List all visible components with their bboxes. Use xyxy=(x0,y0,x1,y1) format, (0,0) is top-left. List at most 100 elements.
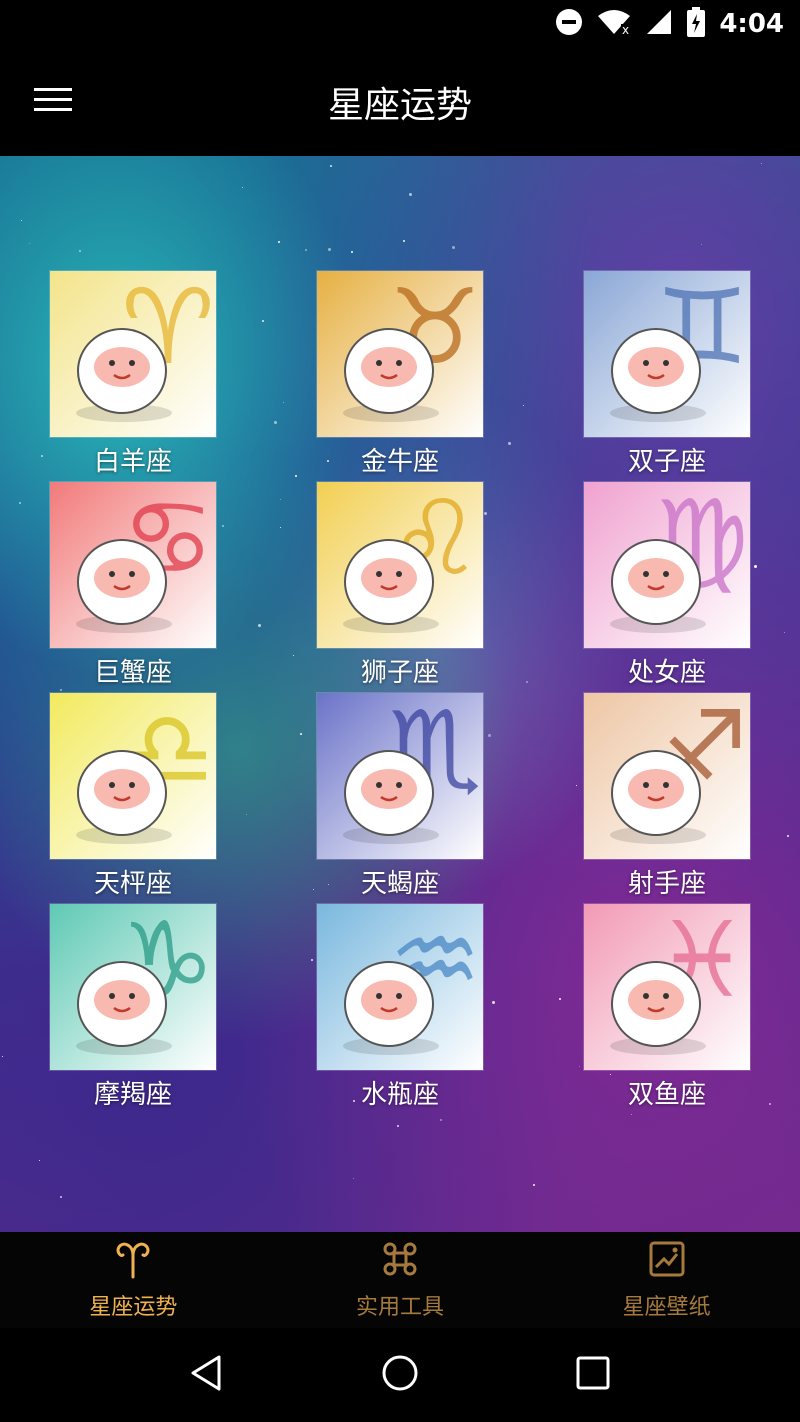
star-dot xyxy=(403,240,405,242)
clock: 4:04 xyxy=(719,9,784,39)
star-dot xyxy=(769,1103,771,1105)
zodiac-mascot-image: ♑ xyxy=(76,904,215,1055)
zodiac-label: 摩羯座 xyxy=(93,1080,172,1110)
zodiac-card[interactable]: ♎ 天枰座 xyxy=(50,693,216,901)
star-dot xyxy=(440,1119,442,1121)
zodiac-card[interactable]: ♌ 狮子座 xyxy=(317,482,483,690)
zodiac-card[interactable]: ♑ 摩羯座 xyxy=(50,904,216,1112)
star-dot xyxy=(484,512,487,515)
star-dot xyxy=(60,1196,62,1198)
zodiac-card[interactable]: ♓ 双鱼座 xyxy=(584,904,750,1112)
battery-icon xyxy=(687,7,706,41)
back-icon[interactable] xyxy=(187,1353,227,1397)
nav-tab-tools[interactable]: 实用工具 xyxy=(267,1232,534,1328)
status-bar: x 4:04 xyxy=(0,0,800,48)
zodiac-illustration[interactable]: ♑ xyxy=(50,904,216,1070)
app-bar: 星座运势 xyxy=(0,48,800,156)
zodiac-illustration[interactable]: ♊ xyxy=(584,271,750,437)
zodiac-illustration[interactable]: ♍ xyxy=(584,482,750,648)
star-dot xyxy=(274,421,277,424)
dnd-icon xyxy=(555,8,583,40)
aries-icon xyxy=(113,1239,153,1283)
star-dot xyxy=(452,246,455,249)
nav-label-tools: 实用工具 xyxy=(356,1295,445,1320)
star-dot xyxy=(397,1125,399,1127)
star-dot xyxy=(313,889,314,890)
star-dot xyxy=(754,565,757,568)
svg-text:x: x xyxy=(622,23,629,36)
zodiac-illustration[interactable]: ♒ xyxy=(317,904,483,1070)
zodiac-card[interactable]: ♏ 天蝎座 xyxy=(317,693,483,901)
zodiac-card[interactable]: ♋ 巨蟹座 xyxy=(50,482,216,690)
star-dot xyxy=(492,1001,495,1004)
zodiac-illustration[interactable]: ♐ xyxy=(584,693,750,859)
zodiac-illustration[interactable]: ♋ xyxy=(50,482,216,648)
zodiac-illustration[interactable]: ♓ xyxy=(584,904,750,1070)
star-dot xyxy=(701,244,702,245)
star-dot xyxy=(262,320,264,322)
star-dot xyxy=(508,442,511,445)
signal-icon xyxy=(645,8,673,40)
image-icon xyxy=(647,1239,687,1283)
star-dot xyxy=(278,241,280,243)
star-dot xyxy=(21,220,22,221)
star-dot xyxy=(19,502,21,504)
star-dot xyxy=(353,1178,354,1179)
star-dot xyxy=(787,835,789,837)
star-dot xyxy=(29,243,30,244)
star-dot xyxy=(242,187,243,188)
recents-icon[interactable] xyxy=(573,1353,613,1397)
zodiac-label: 天蝎座 xyxy=(360,869,439,899)
zodiac-label: 巨蟹座 xyxy=(93,658,172,688)
zodiac-mascot-image: ♊ xyxy=(610,271,749,422)
zodiac-card[interactable]: ♐ 射手座 xyxy=(584,693,750,901)
zodiac-illustration[interactable]: ♎ xyxy=(50,693,216,859)
star-dot xyxy=(39,1160,40,1161)
zodiac-mascot-image: ♏ xyxy=(343,693,482,844)
zodiac-label: 处女座 xyxy=(627,658,706,688)
star-dot xyxy=(300,733,302,735)
zodiac-card[interactable]: ♒ 水瓶座 xyxy=(317,904,483,1112)
zodiac-card[interactable]: ♈ 白羊座 xyxy=(50,271,216,479)
zodiac-label: 白羊座 xyxy=(93,447,172,477)
star-dot xyxy=(311,959,313,961)
star-dot xyxy=(41,455,43,457)
zodiac-grid-area: ♈ 白羊座 ♉ 金牛座 ♊ 双子座 ♋ 巨蟹座 ♌ 狮子座 ♍ 处女座 ♎ 天枰… xyxy=(0,156,800,1232)
zodiac-illustration[interactable]: ♈ xyxy=(50,271,216,437)
zodiac-label: 金牛座 xyxy=(360,447,439,477)
bottom-navigation: 星座运势 实用工具 星座壁纸 xyxy=(0,1232,800,1328)
star-dot xyxy=(409,193,412,196)
nav-tab-horoscope[interactable]: 星座运势 xyxy=(0,1232,267,1328)
zodiac-card[interactable]: ♍ 处女座 xyxy=(584,482,750,690)
zodiac-label: 水瓶座 xyxy=(360,1080,439,1110)
nav-label-wallpaper: 星座壁纸 xyxy=(622,1295,711,1320)
star-dot xyxy=(488,734,491,737)
zodiac-label: 狮子座 xyxy=(360,658,439,688)
page-title: 星座运势 xyxy=(327,85,472,126)
star-dot xyxy=(330,165,332,167)
star-dot xyxy=(295,475,297,477)
zodiac-mascot-image: ♋ xyxy=(76,482,215,633)
home-icon[interactable] xyxy=(380,1353,420,1397)
nav-tab-wallpaper[interactable]: 星座壁纸 xyxy=(533,1232,800,1328)
zodiac-label: 天枰座 xyxy=(93,869,172,899)
star-dot xyxy=(283,402,284,403)
nav-label-horoscope: 星座运势 xyxy=(89,1295,178,1320)
zodiac-illustration[interactable]: ♌ xyxy=(317,482,483,648)
star-dot xyxy=(280,527,281,528)
zodiac-illustration[interactable]: ♏ xyxy=(317,693,483,859)
zodiac-label: 射手座 xyxy=(627,869,706,899)
zodiac-illustration[interactable]: ♉ xyxy=(317,271,483,437)
star-dot xyxy=(293,655,294,656)
star-dot xyxy=(526,681,528,683)
zodiac-mascot-image: ♎ xyxy=(76,693,215,844)
star-dot xyxy=(222,525,224,527)
zodiac-card[interactable]: ♉ 金牛座 xyxy=(317,271,483,479)
zodiac-mascot-image: ♒ xyxy=(343,904,482,1055)
star-dot xyxy=(559,998,561,1000)
zodiac-mascot-image: ♈ xyxy=(76,271,215,422)
hamburger-menu-icon[interactable] xyxy=(34,88,74,116)
zodiac-card[interactable]: ♊ 双子座 xyxy=(584,271,750,479)
zodiac-mascot-image: ♌ xyxy=(343,482,482,633)
zodiac-label: 双子座 xyxy=(627,447,706,477)
